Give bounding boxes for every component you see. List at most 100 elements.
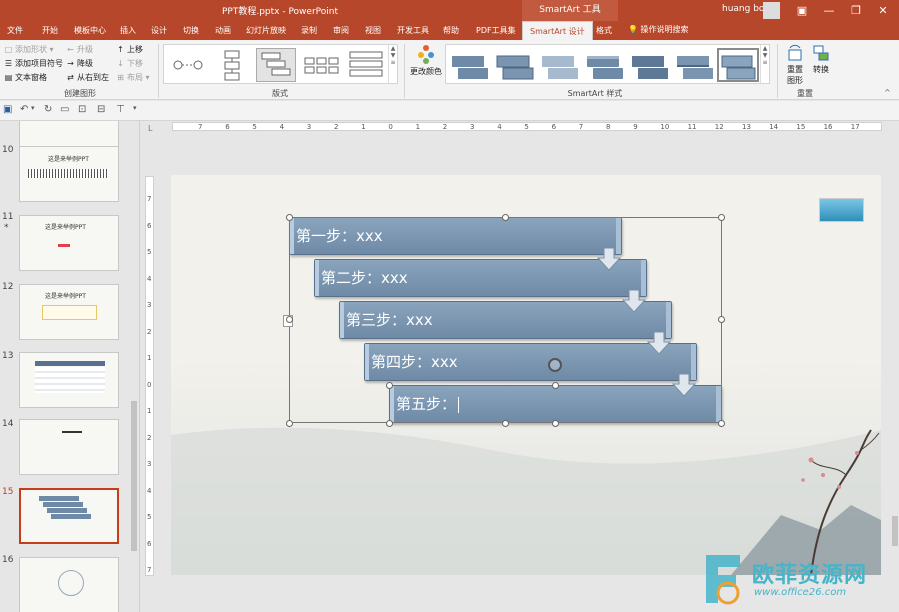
slide-thumbnail-13[interactable] — [19, 352, 119, 408]
tab-slideshow[interactable]: 幻灯片放映 — [246, 25, 286, 36]
tab-template-center[interactable]: 模板中心 — [74, 25, 106, 36]
thumbnails-scrollbar[interactable] — [129, 121, 139, 612]
tab-view[interactable]: 视图 — [365, 25, 381, 36]
add-bullet-label: 添加项目符号 — [15, 59, 63, 68]
tab-file[interactable]: 文件 — [7, 25, 23, 36]
tab-help[interactable]: 帮助 — [443, 25, 459, 36]
undo-dropdown-icon[interactable]: ▾ — [31, 104, 35, 112]
shape-resize-handle[interactable] — [552, 382, 559, 389]
style-option[interactable] — [539, 48, 581, 82]
style-gallery-scroll[interactable]: ▲ ▼ ≡ — [760, 45, 769, 83]
resize-handle[interactable] — [502, 420, 509, 427]
tab-home[interactable]: 开始 — [42, 25, 58, 36]
shape-resize-handle[interactable] — [386, 382, 393, 389]
style-option[interactable] — [629, 48, 671, 82]
slide-thumbnail-16[interactable] — [19, 557, 119, 612]
collapse-ribbon-icon[interactable]: ^ — [884, 88, 891, 97]
shape-resize-handle[interactable] — [386, 420, 393, 427]
slide-thumbnail-14[interactable] — [19, 419, 119, 475]
thumbnails-scroll-thumb[interactable] — [131, 401, 137, 551]
ruler-number: 3 — [147, 460, 152, 468]
ruler-number: 1 — [147, 407, 152, 415]
right-to-left-icon: ⇄ — [67, 73, 74, 82]
convert-button[interactable]: 转换 — [810, 44, 832, 75]
tab-developer[interactable]: 开发工具 — [397, 25, 429, 36]
slide-thumbnail-12[interactable]: 这是来举例PPT — [19, 284, 119, 340]
tab-transitions[interactable]: 切换 — [183, 25, 199, 36]
style-option[interactable] — [494, 48, 536, 82]
slide-thumbnail[interactable] — [19, 121, 119, 147]
smartart-style-gallery[interactable]: ▲ ▼ ≡ — [445, 44, 770, 84]
layout-option[interactable] — [302, 48, 342, 82]
layout-gallery[interactable]: ▲ ▼ ≡ — [163, 44, 398, 84]
thumb-step — [51, 514, 91, 519]
style-option[interactable] — [674, 48, 716, 82]
add-shape-button[interactable]: □ 添加形状 ▾ — [4, 44, 54, 55]
slide-thumbnail-11[interactable]: 这是来举例PPT — [19, 215, 119, 271]
layout-option-selected[interactable] — [256, 48, 296, 82]
resize-handle[interactable] — [718, 214, 725, 221]
resize-handle[interactable] — [286, 214, 293, 221]
layout-option[interactable] — [346, 48, 386, 82]
format-icon[interactable]: ⊡ — [78, 104, 86, 115]
layout-button[interactable]: ⊞ 布局 ▾ — [116, 72, 149, 83]
close-icon[interactable]: ✕ — [867, 0, 899, 21]
tab-design[interactable]: 设计 — [151, 25, 167, 36]
reset-graphic-button[interactable]: 重置 图形 — [784, 44, 806, 86]
move-down-button[interactable]: ↓ 下移 — [116, 58, 143, 69]
shape-resize-handle[interactable] — [552, 420, 559, 427]
style-option-selected[interactable] — [717, 48, 759, 82]
tab-review[interactable]: 审阅 — [333, 25, 349, 36]
resize-handle[interactable] — [286, 420, 293, 427]
change-colors-button[interactable]: 更改颜色 — [410, 44, 442, 77]
tab-pdf-tools[interactable]: PDF工具集 — [476, 25, 516, 36]
vertical-scrollbar[interactable] — [891, 121, 899, 612]
slide-thumbnail-10[interactable]: 这是来举例PPT — [19, 146, 119, 202]
vertical-scroll-thumb[interactable] — [892, 516, 898, 546]
tell-me-search[interactable]: 💡 操作说明搜索 — [628, 24, 689, 35]
layout-option[interactable] — [168, 48, 208, 82]
slide-canvas[interactable]: 第一步：xxx 第二步：xxx 第三步：xxx 第四步：xxx 第五步： ‹ — [171, 175, 881, 575]
toolbar-custom-icon[interactable]: ⊟ — [97, 104, 105, 115]
move-up-button[interactable]: ↑ 上移 — [116, 44, 143, 55]
tab-insert[interactable]: 插入 — [120, 25, 136, 36]
text-pane-button[interactable]: ▤ 文本窗格 — [4, 72, 47, 83]
tab-animations[interactable]: 动画 — [215, 25, 231, 36]
reset-group-label: 重置 — [797, 89, 813, 98]
style-option[interactable] — [449, 48, 491, 82]
user-name[interactable]: huang bo — [722, 4, 764, 14]
redo-icon[interactable]: ↻ — [44, 104, 52, 115]
resize-handle[interactable] — [502, 214, 509, 221]
demote-label: 降级 — [77, 59, 93, 68]
toolbar-custom-icon-2[interactable]: ⊤ — [116, 104, 125, 115]
ruler-number: 2 — [442, 123, 448, 131]
thumb-title: 这是来举例PPT — [45, 224, 86, 231]
tab-smartart-design[interactable]: SmartArt 设计 — [522, 21, 593, 40]
resize-handle[interactable] — [718, 316, 725, 323]
undo-icon[interactable]: ↶ — [20, 104, 28, 115]
layout-gallery-scroll[interactable]: ▲ ▼ ≡ — [388, 45, 397, 83]
save-icon[interactable]: ▣ — [3, 104, 12, 115]
style-option[interactable] — [584, 48, 626, 82]
demote-button[interactable]: → 降级 — [66, 58, 93, 69]
add-bullet-button[interactable]: ☰ 添加项目符号 — [4, 58, 63, 69]
beach-photo[interactable] — [819, 198, 864, 222]
resize-handle[interactable] — [286, 316, 293, 323]
rotate-handle-icon[interactable] — [548, 358, 562, 372]
convert-label: 转换 — [813, 65, 829, 74]
slide-thumbnail-15-selected[interactable] — [19, 488, 119, 544]
style-thumb-graphic — [542, 56, 578, 79]
ruler-number: 3 — [470, 123, 475, 131]
customize-qat-icon[interactable]: ▾ — [133, 104, 137, 112]
tab-record[interactable]: 录制 — [301, 25, 317, 36]
tab-stop-icon[interactable]: L — [148, 124, 152, 133]
resize-handle[interactable] — [718, 420, 725, 427]
start-slideshow-icon[interactable]: ▭ — [60, 104, 69, 115]
right-to-left-button[interactable]: ⇄ 从右到左 — [66, 72, 109, 83]
avatar[interactable] — [763, 2, 780, 19]
add-shape-label: 添加形状 — [15, 45, 47, 54]
promote-button[interactable]: ← 升级 — [66, 44, 93, 55]
tab-format[interactable]: 格式 — [596, 25, 612, 36]
slide-number: 13 — [2, 351, 14, 361]
layout-option[interactable] — [212, 48, 252, 82]
